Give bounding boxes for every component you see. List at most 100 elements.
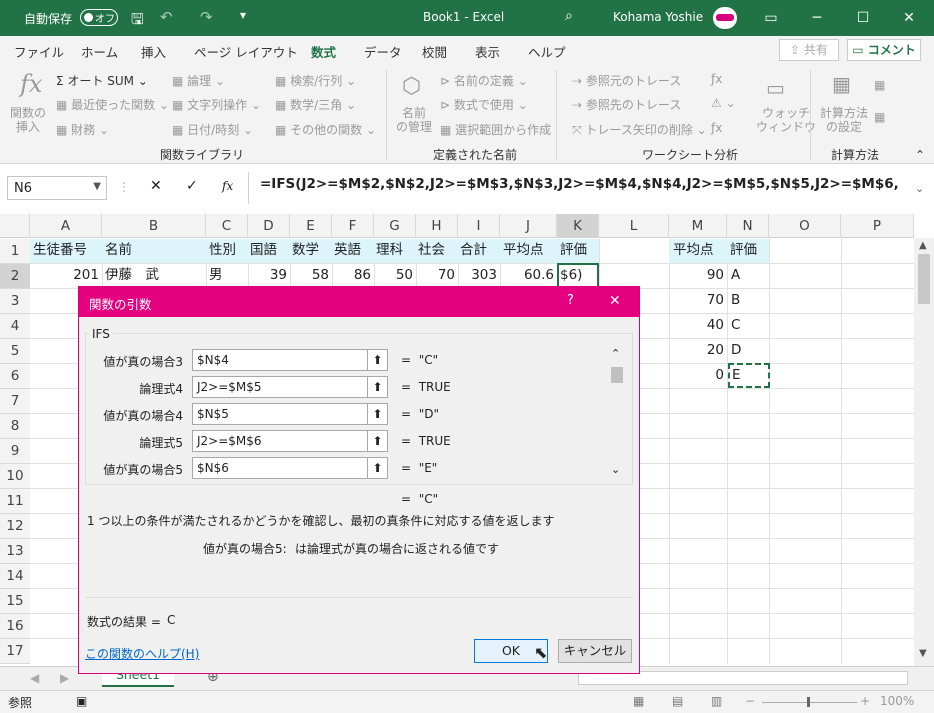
cell-c2[interactable]: 男 (209, 263, 223, 288)
scroll-up-icon[interactable]: ▲ (919, 240, 927, 251)
collapse-dialog-icon[interactable]: ⬆ (367, 377, 387, 397)
text-functions-button[interactable]: ▦ 文字列操作 ⌄ (172, 96, 261, 113)
row-header[interactable]: 3 (0, 289, 30, 314)
chevron-down-icon[interactable]: ⌄ (611, 463, 620, 476)
col-header[interactable]: K (557, 214, 599, 238)
tab-data[interactable]: データ (364, 42, 402, 61)
cell-h2[interactable]: 70 (416, 263, 458, 288)
zoom-in-icon[interactable]: + (860, 694, 870, 708)
col-header[interactable]: O (769, 214, 841, 238)
collapse-dialog-icon[interactable]: ⬆ (367, 350, 387, 370)
col-header[interactable]: P (841, 214, 914, 238)
more-functions-button[interactable]: ▦ その他の関数 ⌄ (275, 121, 376, 138)
datetime-button[interactable]: ▦ 日付/時刻 ⌄ (172, 121, 253, 138)
autosum-button[interactable]: Σ オート SUM ⌄ (56, 72, 148, 89)
cell-e1[interactable]: 数学 (292, 238, 319, 263)
col-header[interactable]: E (290, 214, 332, 238)
cell-n3[interactable]: B (731, 288, 740, 313)
help-button[interactable]: ? (567, 293, 574, 308)
select-all-corner[interactable] (0, 214, 30, 238)
cell-e2[interactable]: 58 (290, 263, 332, 288)
cell-k2-active[interactable]: $6) (557, 263, 599, 288)
use-in-formula-button[interactable]: ⊳ 数式で使用 ⌄ (440, 96, 528, 113)
tab-view[interactable]: 表示 (475, 42, 500, 61)
col-header[interactable]: C (206, 214, 248, 238)
calc-now-icon[interactable]: ▦ (874, 78, 885, 92)
tab-insert[interactable]: 挿入 (141, 42, 166, 61)
zoom-handle[interactable] (807, 697, 810, 707)
arg-input[interactable]: $N$5 ⬆ (192, 403, 388, 425)
col-header[interactable]: M (669, 214, 727, 238)
cell-h1[interactable]: 社会 (418, 238, 445, 263)
chevron-up-icon[interactable]: ⌃ (611, 347, 620, 360)
cell-n2[interactable]: A (731, 263, 740, 288)
zoom-level[interactable]: 100% (880, 694, 914, 708)
calc-sheet-icon[interactable]: ▦ (874, 110, 885, 124)
cell-b1[interactable]: 名前 (105, 238, 132, 263)
row-header[interactable]: 13 (0, 539, 30, 564)
cell-j1[interactable]: 平均点 (503, 238, 544, 263)
col-header[interactable]: N (727, 214, 769, 238)
logical-button[interactable]: ▦ 論理 ⌄ (172, 72, 225, 89)
row-header[interactable]: 2 (0, 264, 30, 289)
args-scrollbar[interactable]: ⌃ ⌄ (609, 347, 625, 479)
col-header[interactable]: F (332, 214, 374, 238)
lookup-button[interactable]: ▦ 検索/行列 ⌄ (275, 72, 356, 89)
insert-function-bar-icon[interactable]: fx (222, 179, 233, 193)
macro-record-icon[interactable]: ▣ (76, 694, 87, 708)
tab-home[interactable]: ホーム (81, 42, 118, 61)
row-header[interactable]: 15 (0, 589, 30, 614)
customize-qat-icon[interactable]: ▾ (240, 8, 246, 22)
minimize-button[interactable]: ─ (794, 0, 840, 36)
page-layout-view-icon[interactable]: ▤ (672, 694, 683, 708)
watch-window-label[interactable]: ウォッチ ウィンドウ (756, 106, 816, 134)
cell-m3[interactable]: 70 (669, 288, 727, 313)
autosave-toggle[interactable]: オフ (80, 9, 118, 26)
row-header[interactable]: 17 (0, 639, 30, 664)
name-manager-icon[interactable]: ⬡ (402, 74, 421, 99)
avatar[interactable] (713, 7, 737, 29)
insert-function-label[interactable]: 関数の 挿入 (10, 106, 46, 134)
cell-d2[interactable]: 39 (248, 263, 290, 288)
col-header[interactable]: D (248, 214, 290, 238)
row-header[interactable]: 4 (0, 314, 30, 339)
calc-options-label[interactable]: 計算方法 の設定 (820, 106, 868, 134)
arg-input[interactable]: J2>=$M$6 ⬆ (192, 430, 388, 452)
cell-a1[interactable]: 生徒番号 (33, 238, 87, 263)
name-box[interactable]: N6 ▼ (7, 176, 107, 200)
cell-n5[interactable]: D (731, 338, 741, 363)
tab-page-layout[interactable]: ページ レイアウト (194, 42, 298, 61)
col-header[interactable]: B (102, 214, 206, 238)
row-header[interactable]: 1 (0, 239, 30, 264)
row-header[interactable]: 11 (0, 489, 30, 514)
tab-file[interactable]: ファイル (14, 42, 64, 61)
arg-input[interactable]: J2>=$M$5 ⬆ (192, 376, 388, 398)
cell-b2[interactable]: 伊藤 武 (105, 263, 159, 288)
col-header[interactable]: J (500, 214, 557, 238)
normal-view-icon[interactable]: ▦ (633, 694, 644, 708)
cell-c1[interactable]: 性別 (209, 238, 236, 263)
tab-next-icon[interactable]: ▶ (60, 671, 69, 685)
row-header[interactable]: 9 (0, 439, 30, 464)
collapse-dialog-icon[interactable]: ⬆ (367, 431, 387, 451)
share-button[interactable]: ⇪ 共有 (779, 39, 839, 61)
row-header[interactable]: 8 (0, 414, 30, 439)
cell-m2[interactable]: 90 (669, 263, 727, 288)
cancel-button[interactable]: キャンセル (558, 639, 632, 663)
trace-precedents-button[interactable]: ⇢ 参照元のトレース (572, 72, 681, 89)
cell-k1[interactable]: 評価 (560, 238, 587, 263)
cell-n4[interactable]: C (731, 313, 740, 338)
remove-arrows-button[interactable]: ⤧ トレース矢印の削除 ⌄ (572, 121, 707, 138)
cell-f1[interactable]: 英語 (334, 238, 361, 263)
scroll-thumb[interactable] (918, 254, 930, 304)
save-icon[interactable]: 🖫 (131, 9, 144, 34)
collapse-ribbon-icon[interactable]: ⌃ (915, 148, 925, 162)
recent-functions-button[interactable]: ▦ 最近使った関数 ⌄ (56, 96, 169, 113)
function-help-link[interactable]: この関数のヘルプ(H) (85, 645, 199, 662)
col-header[interactable]: G (374, 214, 416, 238)
comment-button[interactable]: ▭ コメント (847, 39, 921, 61)
trace-dependents-button[interactable]: ⇢ 参照先のトレース (572, 96, 681, 113)
cell-d1[interactable]: 国語 (250, 238, 277, 263)
page-break-view-icon[interactable]: ▥ (711, 694, 722, 708)
watch-window-icon[interactable]: ▭ (766, 76, 785, 100)
